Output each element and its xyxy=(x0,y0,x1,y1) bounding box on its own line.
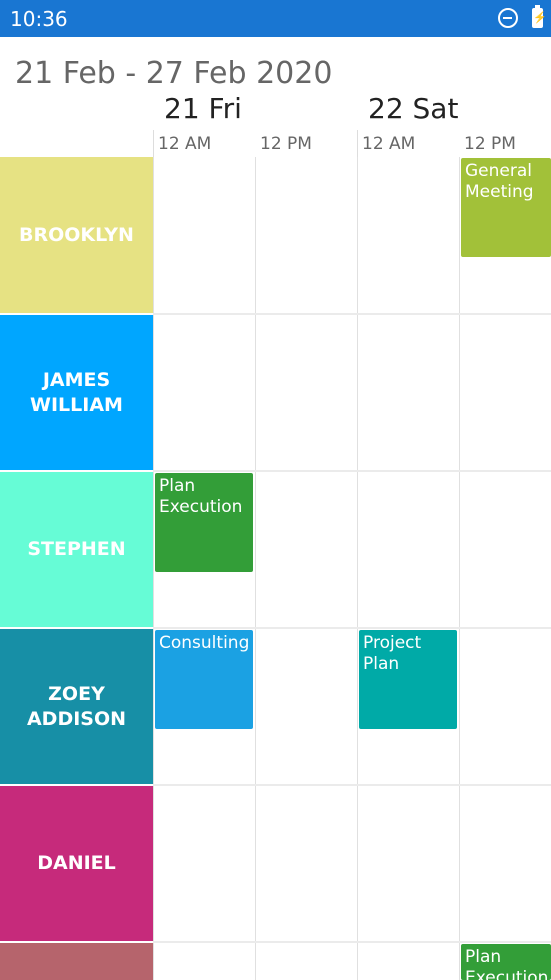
resource-partial[interactable] xyxy=(0,943,153,980)
grid-line xyxy=(255,157,256,980)
day-header-sat[interactable]: 22 Sat xyxy=(368,92,458,125)
grid-line xyxy=(153,313,551,315)
grid-line xyxy=(153,470,551,472)
appointment-plan-execution-2[interactable]: Plan Execution xyxy=(461,944,551,980)
appointment-consulting[interactable]: Consulting xyxy=(155,630,253,729)
time-label: 12 PM xyxy=(464,134,516,154)
time-label: 12 PM xyxy=(260,134,312,154)
resource-james-william[interactable]: JAMES WILLIAM xyxy=(0,315,153,470)
day-header-fri[interactable]: 21 Fri xyxy=(164,92,242,125)
battery-charging-icon xyxy=(532,5,547,28)
status-time: 10:36 xyxy=(10,7,68,31)
time-label: 12 AM xyxy=(362,134,416,154)
timeline-tick xyxy=(153,130,154,158)
appointment-project-plan[interactable]: Project Plan xyxy=(359,630,457,729)
resource-brooklyn[interactable]: BROOKLYN xyxy=(0,157,153,313)
grid-line xyxy=(153,784,551,786)
status-icons xyxy=(498,5,547,28)
grid-line xyxy=(153,157,154,980)
resource-daniel[interactable]: DANIEL xyxy=(0,786,153,941)
time-label: 12 AM xyxy=(158,134,212,154)
resource-zoey-addison[interactable]: ZOEY ADDISON xyxy=(0,629,153,784)
appointment-plan-execution[interactable]: Plan Execution xyxy=(155,473,253,572)
grid-line xyxy=(459,157,460,980)
resource-stephen[interactable]: STEPHEN xyxy=(0,472,153,627)
grid-line xyxy=(153,627,551,629)
status-bar: 10:36 xyxy=(0,0,551,37)
appointment-general-meeting[interactable]: General Meeting xyxy=(461,158,551,257)
date-range-title[interactable]: 21 Feb - 27 Feb 2020 xyxy=(15,56,332,91)
do-not-disturb-icon xyxy=(498,8,518,28)
grid-line xyxy=(153,941,551,943)
grid-line xyxy=(357,157,358,980)
timeline-tick xyxy=(357,130,358,158)
